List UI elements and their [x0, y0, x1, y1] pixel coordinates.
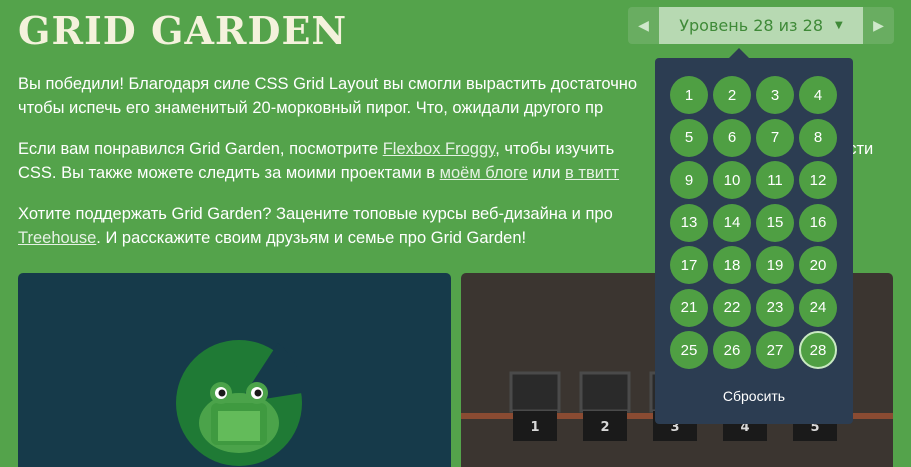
level-button-18[interactable]: 18 [713, 246, 751, 284]
next-level-arrow-icon[interactable]: ▶ [863, 7, 894, 44]
level-button-17[interactable]: 17 [670, 246, 708, 284]
cart-number-2: 2 [600, 420, 609, 435]
level-button-12[interactable]: 12 [799, 161, 837, 199]
level-grid: 1 2 3 4 5 6 7 8 9 10 11 12 13 14 15 16 17 18 19 20 21 22 23 24 2… [670, 76, 842, 369]
level-dropdown: 1 2 3 4 5 6 7 8 9 10 11 12 13 14 15 16 17 18 19 20 21 22 23 24 2… [655, 48, 853, 424]
level-button-5[interactable]: 5 [670, 118, 708, 157]
treehouse-link[interactable]: Treehouse [18, 229, 96, 247]
level-button-8[interactable]: 8 [799, 118, 837, 157]
level-button-20[interactable]: 20 [799, 246, 837, 284]
level-navigation: ◀ Уровень 28 из 28 ▼ ▶ [628, 7, 894, 44]
support-line-2: . И расскажите своим друзьям и семье про… [96, 229, 527, 247]
level-button-22[interactable]: 22 [713, 288, 751, 327]
level-button-3[interactable]: 3 [756, 76, 794, 114]
level-button-16[interactable]: 16 [799, 203, 837, 242]
level-button-23[interactable]: 23 [756, 288, 794, 327]
level-button-10[interactable]: 10 [713, 161, 751, 199]
caret-down-icon: ▼ [835, 20, 843, 31]
level-button-26[interactable]: 26 [713, 331, 751, 369]
level-label: Уровень 28 из 28 [679, 16, 824, 35]
links-text-1: Если вам понравился Grid Garden, посмотр… [18, 140, 383, 158]
level-button-6[interactable]: 6 [713, 118, 751, 157]
victory-line-2: чтобы испечь его знаменитый 20-морковный… [18, 99, 604, 117]
level-button-4[interactable]: 4 [799, 76, 837, 114]
links-text-4: CSS. Вы также можете следить за моими пр… [18, 164, 440, 182]
level-button-27[interactable]: 27 [756, 331, 794, 369]
prev-level-arrow-icon[interactable]: ◀ [628, 7, 659, 44]
links-text-5: или [527, 164, 566, 182]
twitter-link[interactable]: в твитт [565, 164, 619, 182]
level-button-21[interactable]: 21 [670, 288, 708, 327]
lilypad-frog-illustration [176, 340, 303, 466]
minecart-1: 1 [509, 371, 561, 441]
level-button-25[interactable]: 25 [670, 331, 708, 369]
level-button-1[interactable]: 1 [670, 76, 708, 114]
level-button-15[interactable]: 15 [756, 203, 794, 242]
blog-link[interactable]: моём блоге [440, 164, 528, 182]
level-button-14[interactable]: 14 [713, 203, 751, 242]
level-button-9[interactable]: 9 [670, 161, 708, 199]
level-button-24[interactable]: 24 [799, 288, 837, 327]
support-line-1: Хотите поддержать Grid Garden? Зацените … [18, 205, 613, 223]
pond-board [18, 273, 451, 467]
level-button-19[interactable]: 19 [756, 246, 794, 284]
level-button-2[interactable]: 2 [713, 76, 751, 114]
level-button-28[interactable]: 28 [799, 331, 837, 369]
page-title: GRID GARDEN [18, 8, 348, 53]
minecart-2: 2 [579, 371, 631, 441]
victory-line-1: Вы победили! Благодаря силе CSS Grid Lay… [18, 75, 638, 93]
links-text-2: , чтобы изучить [495, 140, 615, 158]
level-button-13[interactable]: 13 [670, 203, 708, 242]
level-button-7[interactable]: 7 [756, 118, 794, 157]
cart-number-1: 1 [530, 420, 539, 435]
level-indicator[interactable]: Уровень 28 из 28 ▼ [659, 7, 863, 44]
reset-button[interactable]: Сбросить [655, 388, 853, 404]
flexbox-froggy-link[interactable]: Flexbox Froggy [383, 140, 496, 158]
level-button-11[interactable]: 11 [756, 161, 794, 199]
